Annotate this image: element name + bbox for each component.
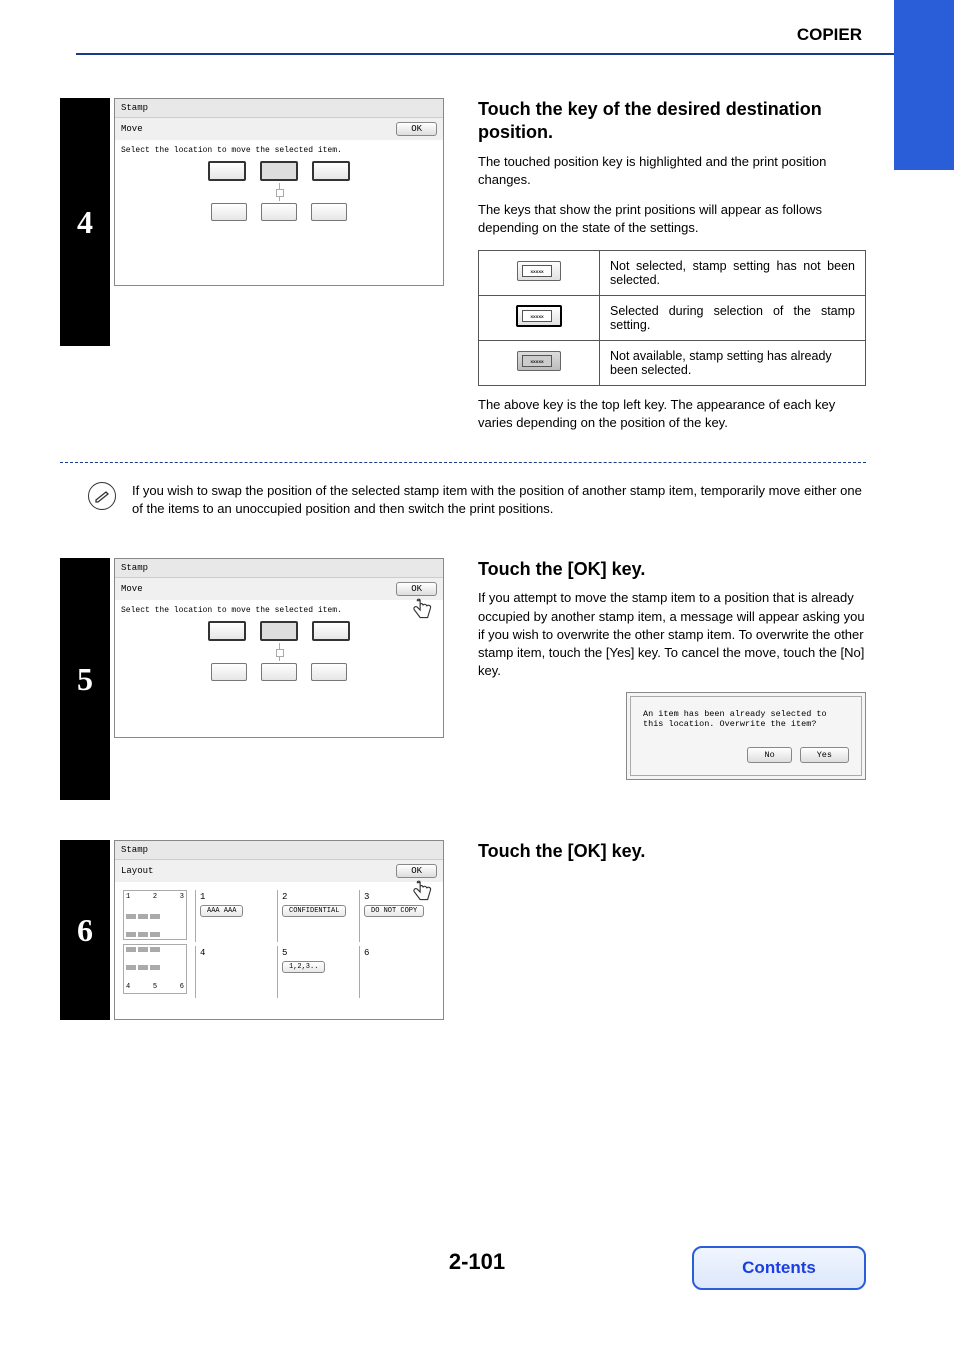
screen-panel-step6: Stamp Layout OK 123 456 1AAA AAA 2CO [114,840,444,1020]
screen-subtitle-row: Move OK [115,578,443,600]
note-icon [88,482,116,510]
position-key-tr[interactable] [312,621,350,641]
key-icon-selected: XXXXX [516,305,562,327]
cell-num: 6 [364,948,431,958]
position-key-br[interactable] [311,663,347,681]
no-button[interactable]: No [747,747,791,763]
screen-instruction: Select the location to move the selected… [121,606,437,615]
screen-subtitle: Layout [121,866,153,876]
screen-subtitle-row: Layout OK [115,860,443,882]
body-text: The keys that show the print positions w… [478,201,866,237]
cell-num: 1 [200,892,267,902]
position-key-tl[interactable] [208,161,246,181]
state-desc: Not available, stamp setting has already… [600,340,866,385]
body-text: If you attempt to move the stamp item to… [478,589,866,680]
step-number: 6 [60,840,110,1020]
layout-chip[interactable]: 1,2,3.. [282,961,325,973]
screen-panel-step4: Stamp Move OK Select the location to mov… [114,98,444,286]
dialog-message: An item has been already selected to thi… [643,709,849,729]
table-row: XXXXX Not selected, stamp setting has no… [479,250,866,295]
screen-title: Stamp [115,99,443,118]
overwrite-dialog: An item has been already selected to thi… [626,692,866,780]
step-number: 5 [60,558,110,800]
step5-text: Touch the [OK] key. If you attempt to mo… [478,558,866,780]
screen-subtitle-row: Move OK [115,118,443,140]
body-text: The touched position key is highlighted … [478,153,866,189]
yes-button[interactable]: Yes [800,747,849,763]
step-heading: Touch the [OK] key. [478,840,866,863]
state-desc: Not selected, stamp setting has not been… [600,250,866,295]
layout-preview: 123 456 [123,890,187,998]
ok-button[interactable]: OK [396,122,437,136]
key-icon-unavailable: XXXXX [517,351,561,371]
position-key-bl[interactable] [211,203,247,221]
dashed-separator [60,462,866,463]
screen-body: Select the location to move the selected… [115,140,443,239]
hand-cursor-icon [407,595,437,625]
step4-text: Touch the key of the desired destination… [478,98,866,444]
key-icon-unselected: XXXXX [517,261,561,281]
page-header: COPIER [30,25,954,63]
table-row: XXXXX Selected during selection of the s… [479,295,866,340]
position-key-bc[interactable] [261,203,297,221]
screen-title: Stamp [115,559,443,578]
screen-instruction: Select the location to move the selected… [121,146,437,155]
screen-body: Select the location to move the selected… [115,600,443,699]
table-row: XXXXX Not available, stamp setting has a… [479,340,866,385]
screen-title: Stamp [115,841,443,860]
screen-subtitle: Move [121,124,143,134]
cell-num: 4 [200,948,267,958]
ok-button[interactable]: OK [396,582,437,596]
position-key-tc[interactable] [260,621,298,641]
screen-subtitle: Move [121,584,143,594]
grid-divider [279,183,280,201]
layout-chip[interactable]: AAA AAA [200,905,243,917]
body-text: The above key is the top left key. The a… [478,396,866,432]
layout-cells: 1AAA AAA 2CONFIDENTIAL 3DO NOT COPY 4 51… [195,890,435,998]
position-key-br[interactable] [311,203,347,221]
screen-panel-step5: Stamp Move OK Select the location to mov… [114,558,444,738]
position-grid [121,155,437,233]
layout-chip[interactable]: CONFIDENTIAL [282,905,346,917]
step-number: 4 [60,98,110,346]
position-key-tr[interactable] [312,161,350,181]
header-rule [76,53,908,55]
step6-text: Touch the [OK] key. [478,840,866,871]
position-key-bl[interactable] [211,663,247,681]
side-tab [894,0,954,170]
cell-num: 5 [282,948,349,958]
note-row: If you wish to swap the position of the … [88,482,866,518]
position-grid [121,615,437,693]
layout-body: 123 456 1AAA AAA 2CONFIDENTIAL 3DO NOT C… [115,882,443,1006]
contents-button[interactable]: Contents [692,1246,866,1290]
note-text: If you wish to swap the position of the … [132,482,866,518]
cell-num: 2 [282,892,349,902]
grid-divider [279,643,280,661]
position-key-bc[interactable] [261,663,297,681]
step-heading: Touch the [OK] key. [478,558,866,581]
state-desc: Selected during selection of the stamp s… [600,295,866,340]
position-key-tc[interactable] [260,161,298,181]
step-heading: Touch the key of the desired destination… [478,98,866,145]
section-title: COPIER [30,25,954,45]
position-key-tl[interactable] [208,621,246,641]
hand-cursor-icon [407,877,437,907]
state-table: XXXXX Not selected, stamp setting has no… [478,250,866,386]
ok-button[interactable]: OK [396,864,437,878]
